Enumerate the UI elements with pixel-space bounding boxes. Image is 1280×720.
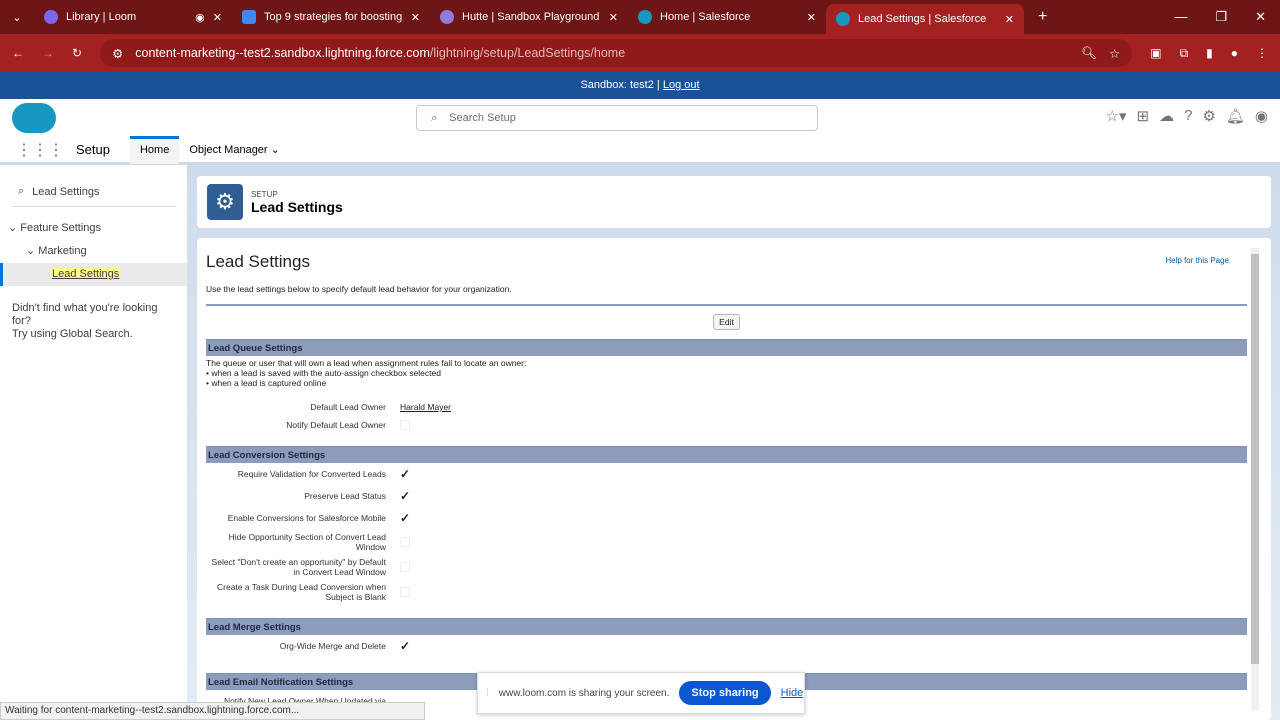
search-icon: ⌕	[18, 185, 25, 197]
tab-search-icon[interactable]: ⌄	[0, 11, 34, 24]
add-icon[interactable]: ⊞	[1136, 107, 1149, 125]
tab-home-salesforce[interactable]: Home | Salesforce ✕	[628, 3, 826, 31]
search-icon: ⌕	[431, 111, 438, 124]
checkmark-icon: ✓	[400, 511, 411, 525]
close-icon[interactable]: ✕	[1005, 13, 1014, 26]
screen-share-bar: ⁞ www.loom.com is sharing your screen. S…	[477, 672, 805, 714]
drag-handle-icon[interactable]: ⁞	[486, 688, 489, 699]
tab-loom[interactable]: Library | Loom ◉ ✕	[34, 3, 232, 31]
sidepanel-icon[interactable]: ▮	[1206, 46, 1213, 60]
stop-sharing-button[interactable]: Stop sharing	[679, 681, 771, 705]
reload-icon[interactable]: ↻	[72, 46, 82, 60]
trailhead-icon[interactable]: ☁	[1159, 107, 1174, 125]
status-bar: Waiting for content-marketing--test2.san…	[0, 702, 425, 720]
gear-icon[interactable]: ⚙	[1202, 107, 1215, 125]
forward-icon[interactable]: →	[42, 46, 54, 60]
zoom-icon[interactable]: 🔍︎	[1081, 46, 1097, 61]
hutte-icon	[440, 10, 454, 24]
maximize-button[interactable]: ❐	[1215, 9, 1227, 25]
extensions-puzzle-icon[interactable]: ⧉	[1180, 46, 1189, 61]
tab-strategies[interactable]: Top 9 strategies for boosting le ✕	[232, 3, 430, 31]
menu-icon[interactable]: ⋮	[1256, 46, 1268, 60]
close-icon[interactable]: ✕	[411, 11, 420, 24]
scrollbar[interactable]	[1251, 248, 1259, 710]
nav-object-manager[interactable]: Object Manager ⌄	[179, 136, 290, 164]
help-link[interactable]: Help for this Page	[1165, 256, 1229, 265]
salesforce-icon	[836, 12, 850, 26]
chevron-down-icon: ⌄	[270, 143, 280, 156]
bell-icon[interactable]: 🔔︎	[1226, 107, 1245, 125]
checkmark-icon: ✓	[400, 489, 411, 503]
close-icon[interactable]: ✕	[807, 11, 816, 24]
context-nav: ⋮⋮⋮ Setup Home Object Manager ⌄	[0, 135, 1280, 165]
nav-home[interactable]: Home	[129, 135, 180, 164]
profile-avatar[interactable]: ●	[1231, 46, 1238, 60]
tree-lead-settings[interactable]: Lead Settings	[0, 263, 187, 286]
loom-icon	[44, 10, 58, 24]
page-title: Lead Settings	[251, 198, 343, 215]
close-icon[interactable]: ✕	[213, 11, 222, 24]
favorites-icon[interactable]: ☆▾	[1106, 107, 1127, 125]
checkmark-icon: ✓	[400, 467, 411, 481]
minimize-button[interactable]: —	[1174, 9, 1187, 25]
salesforce-logo[interactable]	[12, 103, 56, 133]
bookmark-star-icon[interactable]: ☆	[1109, 46, 1120, 61]
address-bar-row: ← → ↻ ⚙ content-marketing--test2.sandbox.li…	[0, 34, 1280, 72]
checkmark-icon: ✓	[400, 639, 411, 653]
tab-hutte[interactable]: Hutte | Sandbox Playground | te✕	[430, 3, 628, 31]
salesforce-icon	[638, 10, 652, 24]
search-setup-input[interactable]: ⌕ Search Setup	[416, 105, 818, 131]
new-tab-button[interactable]: +	[1038, 8, 1047, 26]
app-launcher-icon[interactable]: ⋮⋮⋮	[16, 140, 64, 160]
unchecked-box	[400, 586, 410, 597]
global-header: ⌕ Search Setup ☆▾ ⊞ ☁? ⚙ 🔔︎ ◉	[0, 99, 1280, 137]
unchecked-box	[400, 561, 410, 572]
default-lead-owner-link[interactable]: Harald Mayer	[400, 402, 451, 412]
quick-find-input[interactable]: ⌕ Lead Settings	[12, 177, 175, 207]
docs-icon	[242, 10, 256, 24]
help-icon[interactable]: ?	[1184, 107, 1192, 125]
tree-marketing[interactable]: ⌄ Marketing	[0, 240, 187, 263]
page-header: ⚙ SETUP Lead Settings	[197, 176, 1271, 228]
close-icon[interactable]: ✕	[609, 11, 618, 24]
notify-checkbox	[400, 420, 410, 430]
logout-link[interactable]: Log out	[663, 79, 700, 91]
sandbox-banner: Sandbox: test2 | Log out	[0, 72, 1280, 99]
hide-link[interactable]: Hide	[781, 687, 804, 699]
close-window-button[interactable]: ✕	[1255, 9, 1266, 25]
edit-button[interactable]: Edit	[713, 313, 740, 330]
browser-tab-bar: ⌄ Library | Loom ◉ ✕ Top 9 strategies for …	[0, 0, 1280, 34]
extension-icon[interactable]: ▣	[1150, 46, 1161, 60]
back-icon[interactable]: ←	[12, 46, 24, 60]
tree-feature-settings[interactable]: ⌄ Feature Settings	[0, 217, 187, 240]
site-info-icon[interactable]: ⚙	[112, 46, 123, 61]
setup-gear-icon: ⚙	[207, 184, 243, 220]
recording-icon: ◉	[195, 11, 205, 24]
user-avatar[interactable]: ◉	[1255, 107, 1268, 125]
setup-sidebar: ⌕ Lead Settings ⌄ Feature Settings ⌄ Mark…	[0, 165, 187, 720]
tab-lead-settings[interactable]: Lead Settings | Salesforce ✕	[826, 4, 1024, 34]
unchecked-box	[400, 536, 410, 547]
settings-frame: Help for this Page Lead Settings Use the…	[197, 238, 1271, 720]
url-bar[interactable]: ⚙ content-marketing--test2.sandbox.lightn…	[100, 39, 1133, 67]
